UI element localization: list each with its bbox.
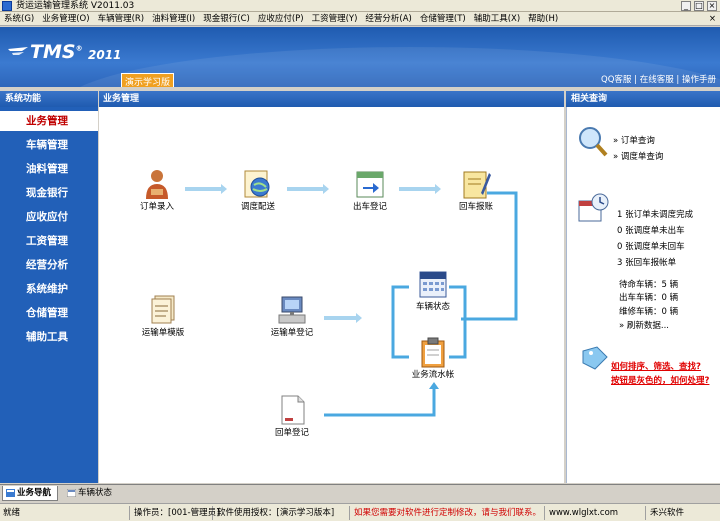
manual-link[interactable]: 操作手册 bbox=[682, 75, 716, 85]
related-query-panel: » 订单查询 » 调度单查询 1 张订单未调度完成 0 张调度单未出车 0 张调… bbox=[566, 107, 720, 483]
stat-dispatch-not-departed[interactable]: 0 张调度单未出车 bbox=[617, 226, 685, 237]
computer-icon bbox=[278, 296, 306, 324]
paper-icon bbox=[281, 395, 305, 425]
vehicle-status-tab-icon bbox=[67, 489, 76, 497]
tab-vehicle-status[interactable]: 车辆状态 bbox=[64, 486, 118, 501]
magnifier-icon bbox=[579, 127, 608, 157]
qq-support-link[interactable]: QQ客服 bbox=[601, 75, 631, 85]
stat-return-reports[interactable]: 3 张回车报帐单 bbox=[617, 258, 676, 269]
window-title: 货运运输管理系统 V2011.03 bbox=[16, 1, 135, 11]
menu-business[interactable]: 业务管理(O) bbox=[38, 12, 93, 26]
sidebar-item-fuel[interactable]: 油料管理 bbox=[0, 159, 98, 179]
status-bar: 就绪 操作员：[001-管理员] 软件使用授权：[演示学习版本] 如果您需要对软… bbox=[0, 503, 720, 521]
menu-tools[interactable]: 辅助工具(X) bbox=[470, 12, 524, 26]
sidebar-item-payroll[interactable]: 工资管理 bbox=[0, 231, 98, 251]
sidebar-item-business[interactable]: 业务管理 bbox=[0, 111, 98, 131]
menu-receivables[interactable]: 应收应付(P) bbox=[254, 12, 308, 26]
clipboard-icon bbox=[421, 337, 445, 368]
close-button[interactable]: × bbox=[707, 1, 717, 11]
app-icon bbox=[2, 1, 12, 11]
refresh-data-link[interactable]: » 刷新数据... bbox=[619, 321, 669, 332]
calendar-arrow-icon bbox=[356, 171, 384, 198]
vehicles-repair: 维修车辆：0 辆 bbox=[619, 307, 679, 317]
stat-orders-undispatched[interactable]: 1 张订单未调度完成 bbox=[617, 210, 693, 221]
menu-help[interactable]: 帮助(H) bbox=[524, 12, 562, 26]
order-query-link[interactable]: » 订单查询 bbox=[613, 136, 655, 147]
dispatch-query-link[interactable]: » 调度单查询 bbox=[613, 152, 663, 163]
menu-vehicles[interactable]: 车辆管理(R) bbox=[94, 12, 149, 26]
menu-close-icon[interactable]: × bbox=[705, 12, 720, 26]
help-gray-button-link[interactable]: 按钮是灰色的，如何处理? bbox=[611, 376, 709, 387]
related-query-header: 相关查询 bbox=[566, 91, 720, 107]
depart-register-node[interactable]: 出车登记 bbox=[335, 167, 405, 213]
receipt-register-node[interactable]: 回单登记 bbox=[257, 393, 327, 439]
minimize-button[interactable]: _ bbox=[681, 1, 691, 11]
sidebar: 业务管理 车辆管理 油料管理 现金银行 应收应付 工资管理 经营分析 系统维护 … bbox=[0, 107, 98, 483]
order-entry-node[interactable]: 订单录入 bbox=[122, 167, 192, 213]
stat-dispatch-not-returned[interactable]: 0 张调度单未回车 bbox=[617, 242, 685, 253]
sidebar-item-warehouse[interactable]: 仓储管理 bbox=[0, 303, 98, 323]
tms-logo-mark-icon bbox=[8, 47, 28, 55]
waybill-template-node[interactable]: 运输单模版 bbox=[128, 293, 198, 339]
tag-icon bbox=[582, 346, 608, 370]
return-report-node[interactable]: 回车报账 bbox=[441, 167, 511, 213]
business-ledger-node[interactable]: 业务流水帐 bbox=[398, 335, 468, 381]
sidebar-header: 系统功能 bbox=[0, 91, 98, 107]
documents-stack-icon bbox=[151, 295, 175, 324]
menu-cash-bank[interactable]: 现金银行(C) bbox=[199, 12, 254, 26]
status-custom-notice: 如果您需要对软件进行定制修改，请与我们联系。 bbox=[351, 506, 545, 520]
logo-text: TMS® bbox=[30, 41, 83, 63]
online-support-link[interactable]: 在线客服 bbox=[640, 75, 674, 85]
sidebar-item-vehicles[interactable]: 车辆管理 bbox=[0, 135, 98, 155]
logo-year: 2011 bbox=[88, 48, 122, 62]
menu-system[interactable]: 系统(G) bbox=[0, 12, 38, 26]
bottom-tabs: 业务导航 车辆状态 bbox=[0, 484, 720, 501]
waybill-register-node[interactable]: 运输单登记 bbox=[257, 293, 327, 339]
vehicles-standby: 待命车辆：5 辆 bbox=[619, 280, 679, 290]
dispatch-node[interactable]: 调度配送 bbox=[223, 167, 293, 213]
sidebar-item-cash-bank[interactable]: 现金银行 bbox=[0, 183, 98, 203]
help-sort-filter-link[interactable]: 如何排序、筛选、查找? bbox=[611, 362, 701, 373]
sidebar-item-tools[interactable]: 辅助工具 bbox=[0, 327, 98, 347]
main-header: 业务管理 bbox=[99, 91, 564, 107]
menu-bar: 系统(G) 业务管理(O) 车辆管理(R) 油料管理(I) 现金银行(C) 应收应付(P)… bbox=[0, 12, 720, 26]
navigation-tab-icon bbox=[6, 489, 15, 497]
vehicle-status-node[interactable]: 车辆状态 bbox=[398, 267, 468, 313]
sidebar-item-maintenance[interactable]: 系统维护 bbox=[0, 279, 98, 299]
tab-business-navigation[interactable]: 业务导航 bbox=[2, 486, 59, 501]
status-vendor: 禾兴软件 bbox=[650, 508, 685, 518]
banner: TMS® 2011 演示学习版 QQ客服 | 在线客服 | 操作手册 bbox=[0, 27, 720, 87]
sidebar-item-receivables[interactable]: 应收应付 bbox=[0, 207, 98, 227]
business-flow-panel: 订单录入 调度配送 出车登记 回车报账 运输单模版 运输单登记 车辆状态 业务流… bbox=[99, 107, 564, 483]
calendar-clock-icon bbox=[578, 193, 609, 222]
status-license: 软件使用授权：[演示学习版本] bbox=[214, 506, 350, 520]
menu-analysis[interactable]: 经营分析(A) bbox=[361, 12, 415, 26]
person-icon bbox=[146, 170, 168, 199]
menu-warehouse[interactable]: 仓储管理(T) bbox=[416, 12, 470, 26]
notebook-pen-icon bbox=[463, 171, 491, 199]
sidebar-item-analysis[interactable]: 经营分析 bbox=[0, 255, 98, 275]
dispatch-globe-icon bbox=[244, 170, 270, 198]
status-operator: 操作员：[001-管理员] bbox=[131, 506, 219, 520]
title-bar: 货运运输管理系统 V2011.03 _ □ × bbox=[0, 0, 720, 12]
menu-fuel[interactable]: 油料管理(I) bbox=[148, 12, 199, 26]
menu-payroll[interactable]: 工资管理(Y) bbox=[308, 12, 362, 26]
top-links: QQ客服 | 在线客服 | 操作手册 bbox=[601, 75, 716, 85]
restore-button[interactable]: □ bbox=[694, 1, 704, 11]
calendar-grid-icon bbox=[419, 271, 447, 298]
edition-badge: 演示学习版 bbox=[121, 73, 175, 87]
vehicles-out: 出车车辆：0 辆 bbox=[619, 293, 679, 303]
status-website[interactable]: www.wlglxt.com bbox=[546, 506, 646, 520]
status-ready: 就绪 bbox=[0, 506, 130, 520]
